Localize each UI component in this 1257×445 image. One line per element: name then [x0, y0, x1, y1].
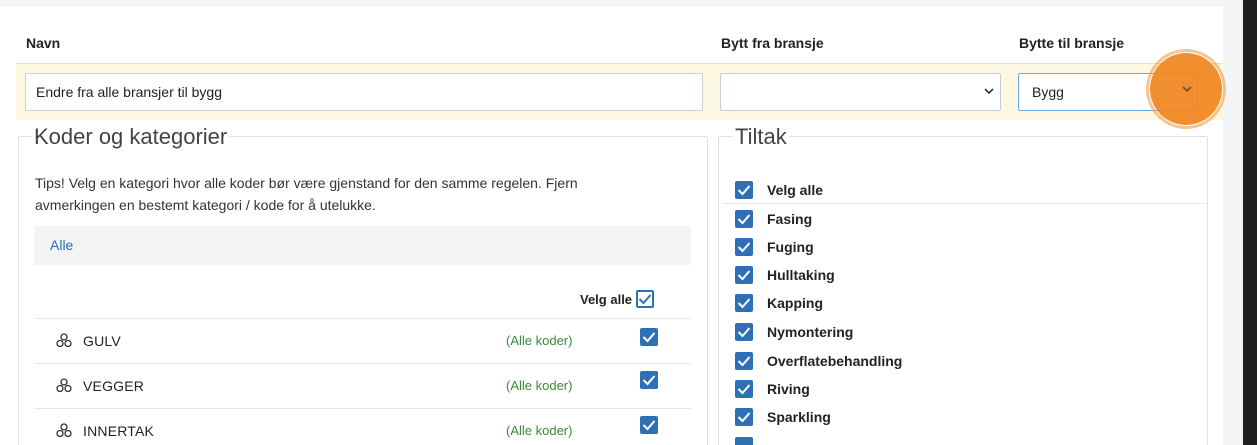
tab-alle[interactable]: Alle [50, 237, 73, 253]
tiltak-checkbox[interactable] [735, 210, 753, 228]
category-tag: (Alle koder) [506, 378, 573, 393]
tiltak-checkbox[interactable] [735, 352, 753, 370]
tiltak-label: Overflatebehandling [767, 353, 903, 369]
tiltak-checkbox[interactable] [735, 266, 753, 284]
category-checkbox[interactable] [640, 416, 658, 434]
category-name: VEGGER [83, 378, 145, 394]
tiltak-checkbox[interactable] [735, 181, 753, 199]
list-item[interactable]: INNERTAK (Alle koder) [34, 408, 691, 445]
bytte-til-label: Bytte til bransje [1019, 35, 1125, 51]
cluster-icon [56, 378, 72, 398]
tiltak-label: Riving [767, 381, 810, 397]
divider [722, 203, 1208, 204]
page-gutter [1223, 0, 1243, 445]
bytt-fra-label: Bytt fra bransje [721, 35, 824, 51]
select-all-codes-checkbox[interactable] [636, 290, 654, 308]
category-name: GULV [83, 333, 121, 349]
tiltak-label: Kapping [767, 295, 823, 311]
navn-label: Navn [26, 35, 61, 51]
koder-legend: Koder og kategorier [32, 124, 230, 150]
cluster-icon [56, 333, 72, 353]
select-all-codes-label: Velg alle [580, 292, 633, 307]
list-item[interactable]: GULV (Alle koder) [34, 318, 691, 364]
tiltak-label: Velg alle [767, 182, 824, 198]
chevron-down-icon[interactable] [1182, 84, 1192, 94]
tiltak-checkbox[interactable] [735, 380, 753, 398]
category-checkbox[interactable] [640, 328, 658, 346]
tiltak-label: Hulltaking [767, 267, 835, 283]
name-input[interactable]: Endre fra alle bransjer til bygg [25, 73, 703, 111]
category-tag: (Alle koder) [506, 333, 573, 348]
tiltak-label: Fuging [767, 239, 814, 255]
tiltak-checkbox[interactable] [735, 238, 753, 256]
tiltak-checkbox-partial[interactable] [735, 437, 753, 445]
tiltak-checkbox[interactable] [735, 408, 753, 426]
cluster-icon [56, 423, 72, 443]
window-scrollbar[interactable] [1243, 0, 1257, 445]
category-checkbox[interactable] [640, 371, 658, 389]
tiltak-checkbox[interactable] [735, 294, 753, 312]
chevron-down-icon [984, 86, 994, 96]
tips-text: Tips! Velg en kategori hvor alle koder b… [35, 175, 578, 213]
category-tabbar: Alle [34, 226, 691, 265]
tiltak-label: Nymontering [767, 324, 854, 340]
to-industry-value: Bygg [1032, 84, 1064, 100]
tiltak-label: Fasing [767, 211, 813, 227]
from-industry-select[interactable] [720, 73, 1001, 111]
click-indicator [1150, 53, 1222, 125]
category-name: INNERTAK [83, 423, 155, 439]
category-tag: (Alle koder) [506, 423, 573, 438]
list-item[interactable]: VEGGER (Alle koder) [34, 363, 691, 409]
tiltak-checkbox[interactable] [735, 323, 753, 341]
tiltak-label: Sparkling [767, 409, 831, 425]
tiltak-legend: Tiltak [733, 124, 789, 150]
